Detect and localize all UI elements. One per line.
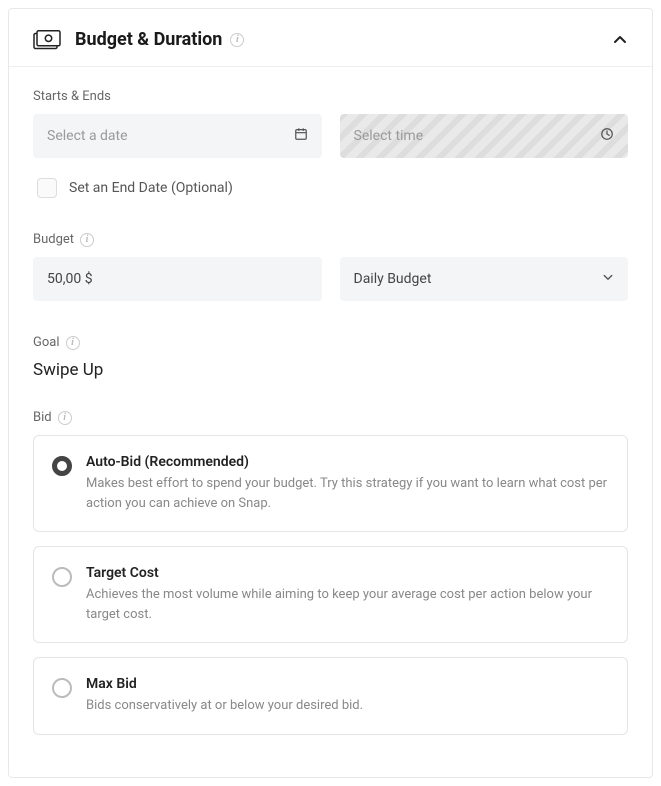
info-icon[interactable]: i xyxy=(58,411,72,425)
end-date-checkbox[interactable] xyxy=(37,178,57,198)
budget-type-value: Daily Budget xyxy=(354,271,432,287)
bid-label-text: Bid xyxy=(33,410,52,425)
budget-type-select[interactable]: Daily Budget xyxy=(340,257,629,301)
info-icon[interactable]: i xyxy=(66,336,80,350)
radio-unselected[interactable] xyxy=(52,567,72,587)
section-title: Budget & Duration xyxy=(75,29,222,50)
radio-unselected[interactable] xyxy=(52,678,72,698)
bid-option-desc: Makes best effort to spend your budget. … xyxy=(86,474,609,513)
card-body: Starts & Ends Select a date Select time xyxy=(9,67,652,777)
goal-label: Goal i xyxy=(33,335,628,350)
bid-option-title: Target Cost xyxy=(86,565,609,581)
chevron-down-icon xyxy=(602,271,614,287)
budget-row: 50,00 $ Daily Budget xyxy=(33,257,628,301)
collapse-chevron-icon[interactable] xyxy=(612,32,628,48)
bid-option-auto-bid[interactable]: Auto-Bid (Recommended) Makes best effort… xyxy=(33,435,628,532)
bid-option-desc: Bids conservatively at or below your des… xyxy=(86,696,609,716)
calendar-icon xyxy=(294,127,308,145)
bid-option-content: Max Bid Bids conservatively at or below … xyxy=(86,676,609,716)
end-date-row: Set an End Date (Optional) xyxy=(33,178,628,198)
start-date-input[interactable]: Select a date xyxy=(33,114,322,158)
bid-option-title: Auto-Bid (Recommended) xyxy=(86,454,609,470)
end-date-label: Set an End Date (Optional) xyxy=(69,180,233,196)
clock-icon xyxy=(600,127,614,145)
start-time-placeholder: Select time xyxy=(354,128,424,144)
radio-selected[interactable] xyxy=(52,456,72,476)
budget-label-text: Budget xyxy=(33,232,74,247)
bid-option-max-bid[interactable]: Max Bid Bids conservatively at or below … xyxy=(33,657,628,735)
bid-option-title: Max Bid xyxy=(86,676,609,692)
info-icon[interactable]: i xyxy=(80,233,94,247)
starts-ends-label: Starts & Ends xyxy=(33,89,628,104)
budget-amount-value: 50,00 $ xyxy=(47,271,93,287)
start-time-input: Select time xyxy=(340,114,629,158)
bid-option-content: Target Cost Achieves the most volume whi… xyxy=(86,565,609,624)
budget-duration-card: Budget & Duration i Starts & Ends Select… xyxy=(8,8,653,778)
bid-option-target-cost[interactable]: Target Cost Achieves the most volume whi… xyxy=(33,546,628,643)
goal-value: Swipe Up xyxy=(33,360,628,380)
bid-option-desc: Achieves the most volume while aiming to… xyxy=(86,585,609,624)
bid-label: Bid i xyxy=(33,410,628,425)
info-icon[interactable]: i xyxy=(230,33,244,47)
bid-options: Auto-Bid (Recommended) Makes best effort… xyxy=(33,435,628,735)
goal-label-text: Goal xyxy=(33,335,60,350)
start-date-placeholder: Select a date xyxy=(47,128,128,144)
budget-label: Budget i xyxy=(33,232,628,247)
card-header: Budget & Duration i xyxy=(9,9,652,67)
budget-amount-input[interactable]: 50,00 $ xyxy=(33,257,322,301)
money-icon xyxy=(33,30,61,50)
starts-ends-row: Select a date Select time xyxy=(33,114,628,158)
bid-option-content: Auto-Bid (Recommended) Makes best effort… xyxy=(86,454,609,513)
